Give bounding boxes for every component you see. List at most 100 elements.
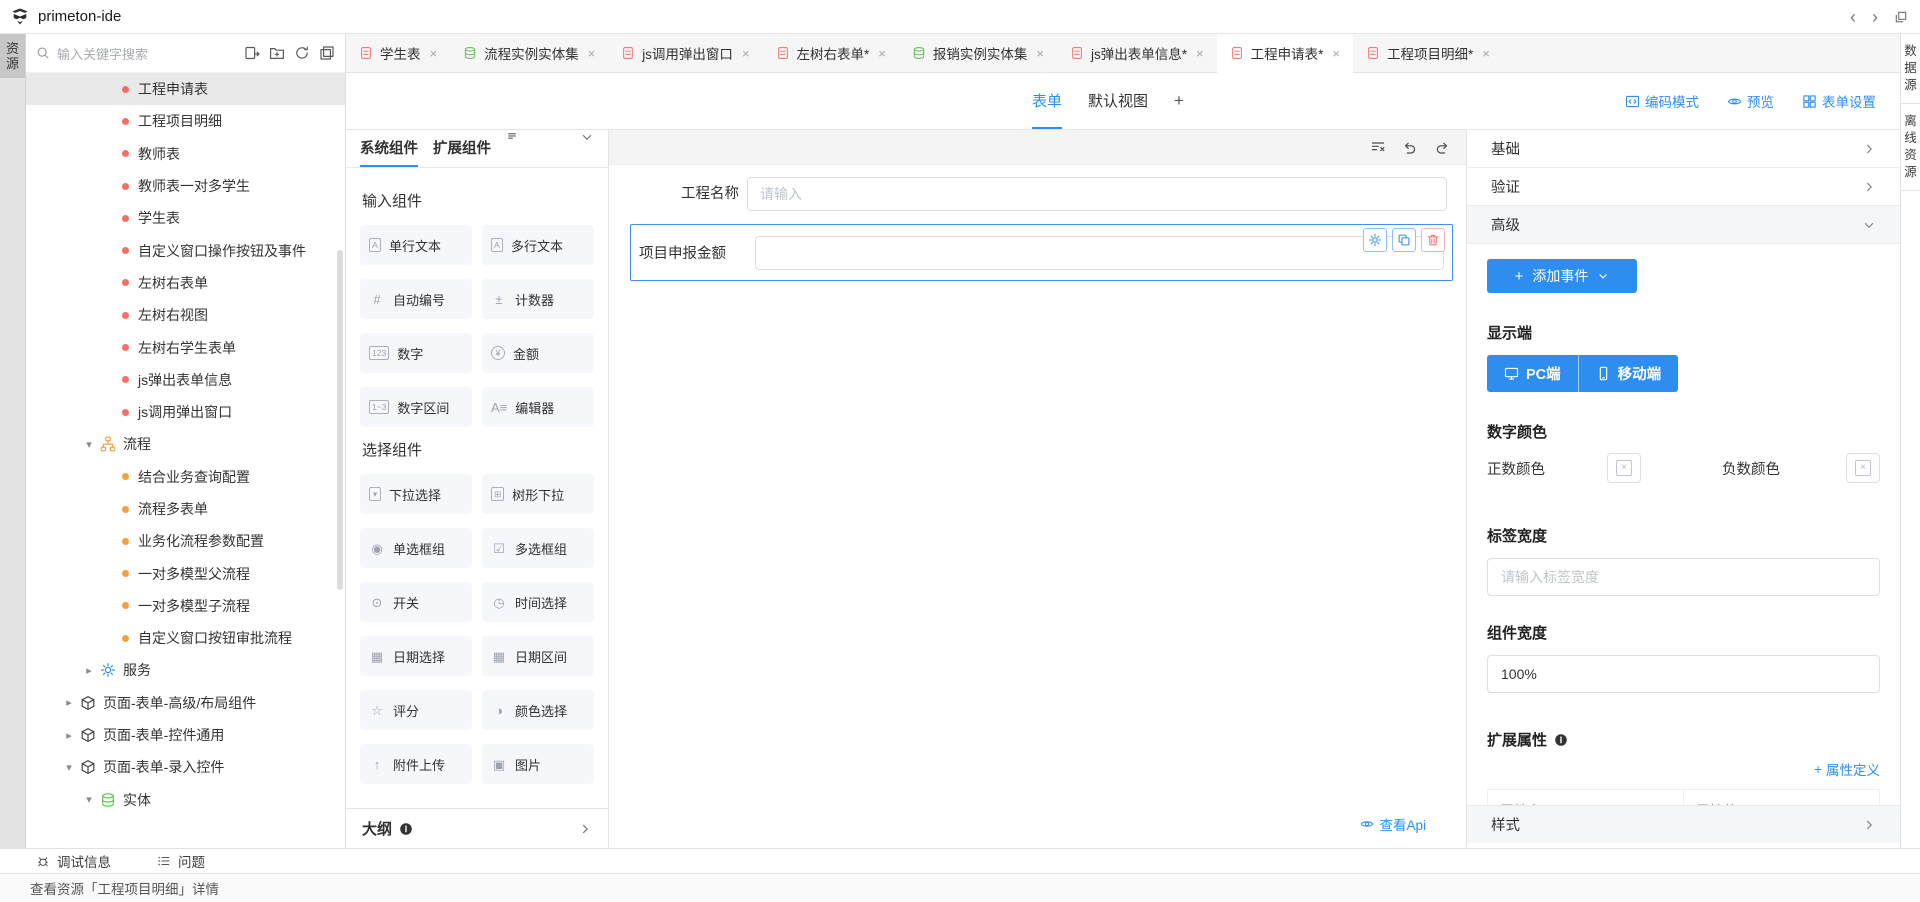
clear-icon[interactable]	[1370, 139, 1386, 155]
tree-item[interactable]: ▾实体	[26, 784, 345, 815]
tree-item[interactable]: 工程项目明细	[26, 105, 345, 137]
display-pc-button[interactable]: PC端	[1487, 355, 1578, 392]
selected-field-amount[interactable]: 项目申报金额	[630, 224, 1453, 281]
component-item[interactable]: ☆评分	[360, 690, 472, 730]
component-item[interactable]: ¥金额	[482, 333, 594, 373]
component-item[interactable]: ▦日期选择	[360, 636, 472, 676]
tree-item[interactable]: 教师表	[26, 138, 345, 170]
component-item[interactable]: ↑附件上传	[360, 744, 472, 784]
field-settings-button[interactable]	[1363, 228, 1387, 252]
tree-item[interactable]: ▾页面-表单-录入控件	[26, 751, 345, 783]
tree-item[interactable]: 左树右视图	[26, 299, 345, 331]
editor-tab[interactable]: 报销实例实体集×	[899, 34, 1057, 72]
tree-collapse-arrow-icon[interactable]: ▸	[62, 696, 76, 709]
tree-item[interactable]: ▾流程	[26, 428, 345, 460]
add-folder-icon[interactable]	[269, 45, 285, 61]
add-view-button[interactable]: +	[1174, 73, 1184, 129]
nav-forward-icon[interactable]: ›	[1872, 8, 1878, 26]
tree-item[interactable]: ▸页面-表单-高级/布局组件	[26, 687, 345, 719]
tree-item[interactable]: 业务化流程参数配置	[26, 525, 345, 557]
tree-expand-arrow-icon[interactable]: ▾	[82, 438, 96, 451]
negative-color-picker[interactable]: ×	[1846, 453, 1880, 483]
close-icon[interactable]: ×	[430, 46, 438, 61]
palette-menu-icon[interactable]	[506, 130, 518, 142]
field-copy-button[interactable]	[1392, 228, 1416, 252]
header-link[interactable]: 表单设置	[1802, 91, 1876, 111]
close-icon[interactable]: ×	[588, 46, 596, 61]
palette-tab[interactable]: 系统组件	[360, 130, 418, 167]
component-item[interactable]: ±计数器	[482, 279, 594, 319]
tree-item[interactable]: 流程多表单	[26, 493, 345, 525]
close-icon[interactable]: ×	[1196, 46, 1204, 61]
style-accordion[interactable]: 样式	[1467, 805, 1900, 843]
nav-back-icon[interactable]: ‹	[1850, 8, 1856, 26]
component-item[interactable]: A单行文本	[360, 225, 472, 265]
editor-tab[interactable]: 左树右表单*×	[763, 34, 899, 72]
tree-item[interactable]: 教师表一对多学生	[26, 170, 345, 202]
tree-item[interactable]: ▸页面-表单-控件通用	[26, 719, 345, 751]
bottom-item[interactable]: 问题	[157, 851, 205, 871]
tree-collapse-arrow-icon[interactable]: ▸	[82, 664, 96, 677]
component-item[interactable]: ⊙开关	[360, 582, 472, 622]
header-link[interactable]: 预览	[1727, 91, 1774, 111]
outline-row[interactable]: 大纲	[346, 808, 608, 848]
component-item[interactable]: ◷时间选择	[482, 582, 594, 622]
tree-item[interactable]: js弹出表单信息	[26, 364, 345, 396]
component-item[interactable]: ◑颜色选择	[482, 690, 594, 730]
component-width-input[interactable]: 100%	[1487, 655, 1880, 693]
tree-item[interactable]: 自定义窗口按钮审批流程	[26, 622, 345, 654]
close-icon[interactable]: ×	[1036, 46, 1044, 61]
tree-collapse-arrow-icon[interactable]: ▸	[62, 729, 76, 742]
close-icon[interactable]: ×	[1332, 46, 1340, 61]
view-api-link[interactable]: 查看Api	[1360, 814, 1426, 834]
component-item[interactable]: ☑多选框组	[482, 528, 594, 568]
component-item[interactable]: #自动编号	[360, 279, 472, 319]
tree-expand-arrow-icon[interactable]: ▾	[82, 793, 96, 806]
editor-tab[interactable]: 工程项目明细*×	[1353, 34, 1503, 72]
tree-item[interactable]: 左树右表单	[26, 267, 345, 299]
restore-window-icon[interactable]	[1894, 10, 1908, 24]
tree-item[interactable]: 工程申请表	[26, 73, 345, 105]
label-width-input[interactable]: 请输入标签宽度	[1487, 558, 1880, 596]
right-rail-tab[interactable]: 离线资源	[1901, 104, 1920, 191]
positive-color-picker[interactable]: ×	[1607, 453, 1641, 483]
editor-tab[interactable]: js弹出表单信息*×	[1057, 34, 1217, 72]
accordion-高级[interactable]: 高级	[1467, 206, 1900, 244]
editor-tab[interactable]: 流程实例实体集×	[450, 34, 608, 72]
tree-item[interactable]: 一对多模型子流程	[26, 590, 345, 622]
editor-tab[interactable]: 学生表×	[346, 34, 450, 72]
header-link[interactable]: 编码模式	[1625, 91, 1699, 111]
component-item[interactable]: A≡编辑器	[482, 387, 594, 427]
component-item[interactable]: A多行文本	[482, 225, 594, 265]
undo-icon[interactable]	[1402, 139, 1418, 155]
collapse-all-icon[interactable]	[319, 45, 335, 61]
project-name-input[interactable]: 请输入	[747, 177, 1447, 211]
form-canvas[interactable]: 工程名称 请输入 项目申报金额	[609, 165, 1466, 848]
left-rail-tab-resources[interactable]: 资源	[0, 34, 25, 78]
bottom-item[interactable]: 调试信息	[36, 851, 111, 871]
right-rail-tab[interactable]: 数据源	[1901, 34, 1920, 104]
search-input[interactable]: 输入关键字搜索	[57, 44, 244, 63]
add-event-button[interactable]: + 添加事件	[1487, 259, 1637, 293]
component-item[interactable]: ▾下拉选择	[360, 474, 472, 514]
tree-expand-arrow-icon[interactable]: ▾	[62, 761, 76, 774]
tree-scrollbar[interactable]	[337, 250, 343, 590]
view-tab[interactable]: 表单	[1032, 73, 1062, 129]
editor-tab[interactable]: js调用弹出窗口×	[608, 34, 762, 72]
refresh-icon[interactable]	[294, 45, 310, 61]
editor-tab[interactable]: 工程申请表*×	[1217, 34, 1353, 73]
tree-item[interactable]: ▸服务	[26, 654, 345, 686]
import-icon[interactable]	[244, 45, 260, 61]
tree-item[interactable]: 学生表	[26, 202, 345, 234]
palette-tab[interactable]: 扩展组件	[433, 130, 491, 167]
display-mobile-button[interactable]: 移动端	[1578, 355, 1679, 392]
tree-item[interactable]: 结合业务查询配置	[26, 461, 345, 493]
tree-item[interactable]: 左树右学生表单	[26, 331, 345, 363]
view-tab[interactable]: 默认视图	[1088, 73, 1148, 129]
accordion-基础[interactable]: 基础	[1467, 130, 1900, 168]
tree-item[interactable]: js调用弹出窗口	[26, 396, 345, 428]
field-delete-button[interactable]	[1421, 228, 1445, 252]
close-icon[interactable]: ×	[742, 46, 750, 61]
tree-item[interactable]: 一对多模型父流程	[26, 557, 345, 589]
close-icon[interactable]: ×	[1482, 46, 1490, 61]
